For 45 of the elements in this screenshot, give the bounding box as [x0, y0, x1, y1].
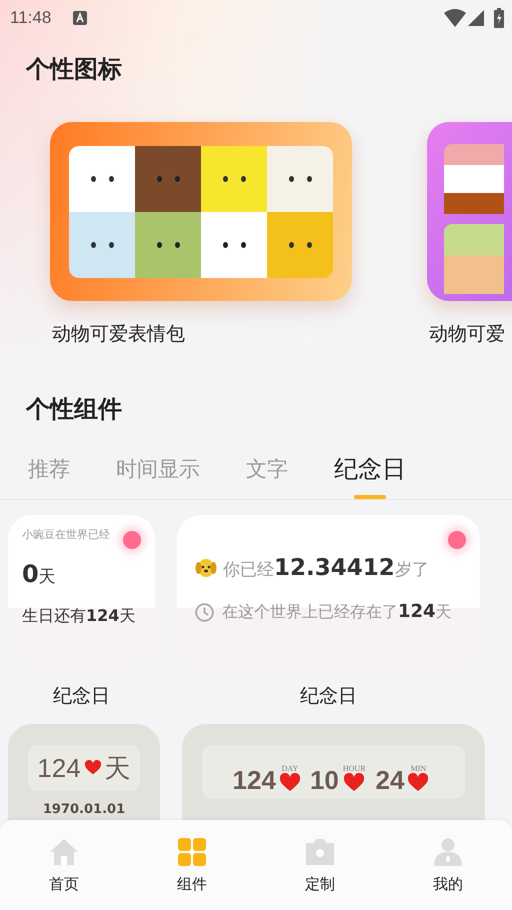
widget-header: 小豌豆在世界已经: [22, 527, 110, 542]
glow-dot-icon: [123, 531, 141, 549]
glow-dot-icon: [448, 531, 466, 549]
dog-face-icon: [195, 557, 217, 579]
timer-value: 24: [376, 767, 404, 793]
widget-caption: 纪念日: [300, 684, 357, 709]
timer-unit: DAY: [282, 764, 298, 773]
category-tab[interactable]: 纪念日: [334, 439, 406, 499]
days-counter-widget[interactable]: 124 天 1970.01.01: [8, 724, 160, 822]
icon-pack-card[interactable]: [427, 122, 512, 301]
widget-caption: 纪念日: [53, 684, 110, 709]
nav-tab[interactable]: 我的: [384, 820, 512, 910]
keyboard-icon: [73, 11, 88, 25]
heart-icon: [408, 773, 428, 793]
days-unit: 天: [38, 566, 56, 588]
age-text: 你已经12.34412岁了: [223, 555, 429, 581]
battery-icon: [494, 8, 504, 28]
nav-tab[interactable]: 组件: [128, 820, 256, 910]
timer-unit: HOUR: [342, 764, 366, 773]
days-unit: 天: [104, 752, 131, 786]
grid-icon: [178, 838, 206, 866]
timer-value: 124: [232, 767, 276, 793]
start-date: 1970.01.01: [42, 802, 126, 817]
icon-pack-name: 动物可爱表情包: [51, 322, 185, 347]
timer-value: 10: [310, 767, 339, 793]
birthday-countdown: 生日还有124天: [22, 606, 136, 627]
heart-icon: [344, 773, 364, 793]
status-time: 11:48: [10, 8, 52, 28]
nav-tab[interactable]: 首页: [0, 820, 128, 910]
days-count: 124: [37, 752, 81, 784]
signal-icon: [468, 10, 484, 26]
wifi-icon: [444, 9, 466, 27]
section-title: 个性组件: [24, 394, 123, 425]
timer-unit: MIN: [410, 764, 426, 773]
clock-icon: [195, 602, 214, 622]
icon-pack-card[interactable]: [50, 122, 352, 301]
section-title: 个性图标: [24, 54, 123, 85]
home-icon: [49, 838, 79, 866]
heart-icon: [280, 773, 300, 793]
days-count: 0: [22, 560, 39, 588]
icon-pack-name: 动物可爱: [428, 322, 505, 347]
camera-icon: [306, 838, 334, 866]
heart-icon: [84, 760, 101, 776]
nav-tab[interactable]: 定制: [256, 820, 384, 910]
person-icon: [434, 838, 462, 866]
